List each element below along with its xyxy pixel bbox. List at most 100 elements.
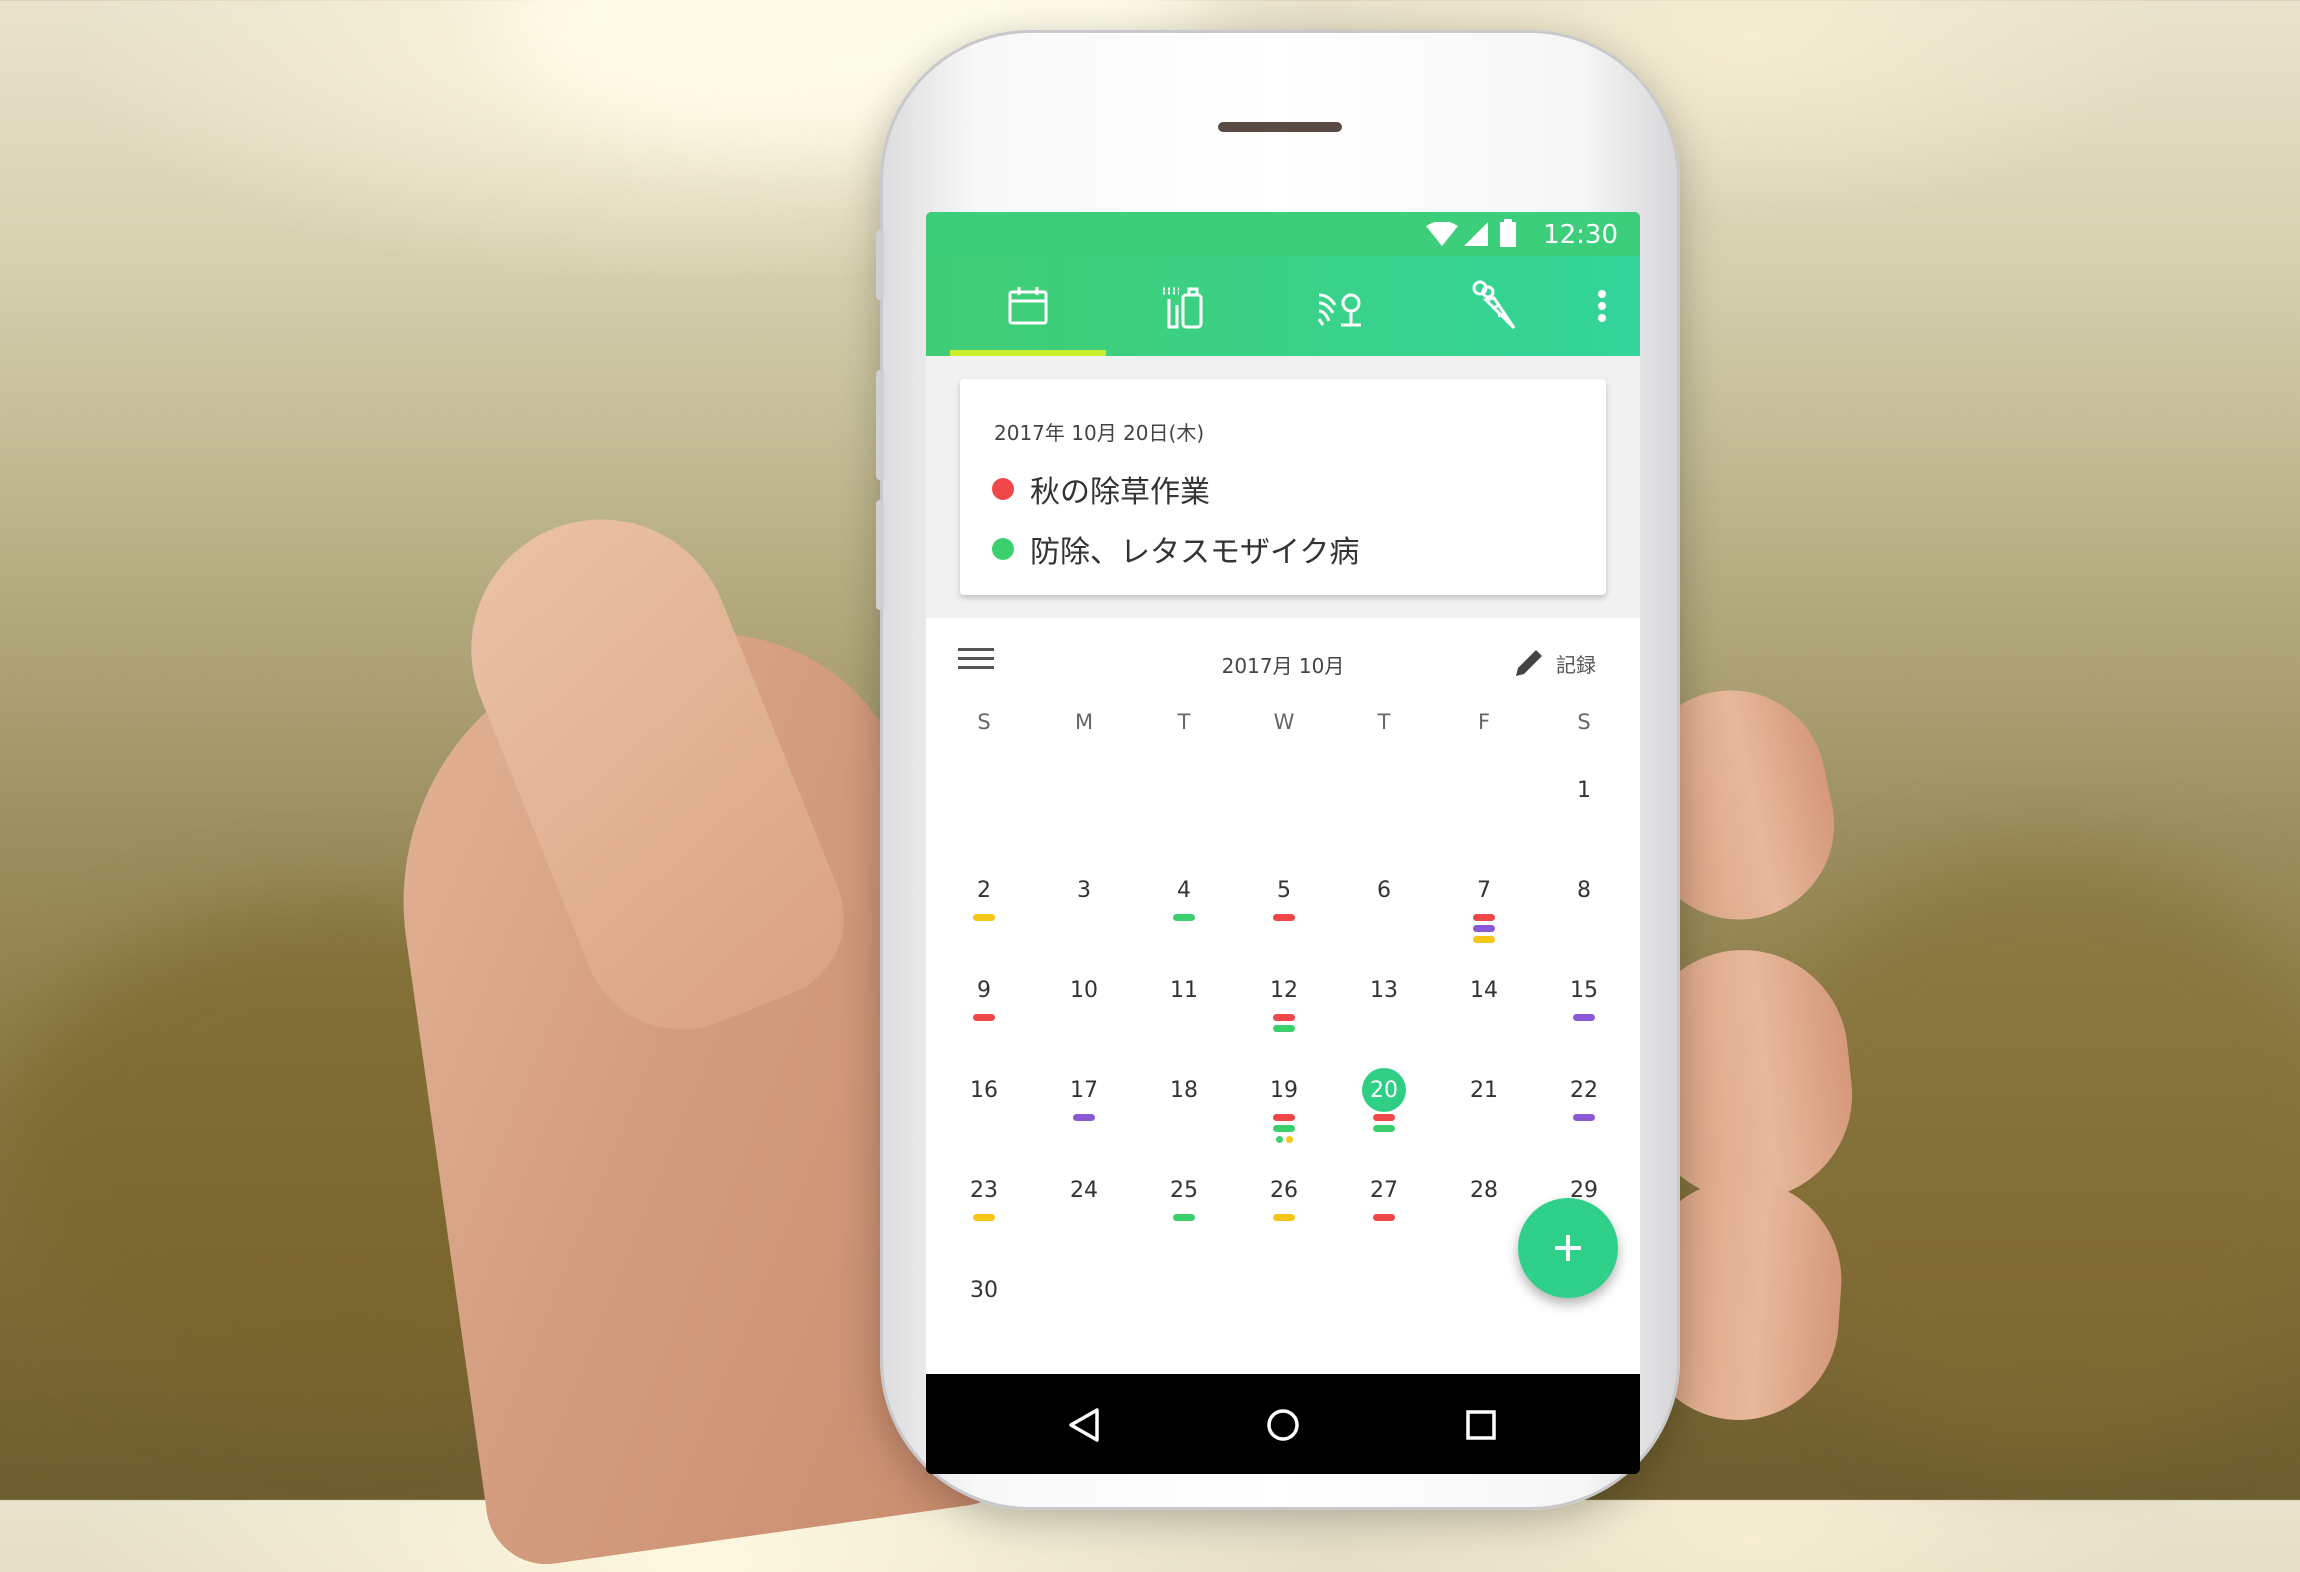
- calendar-day[interactable]: 28: [1434, 1178, 1534, 1203]
- event-marker: [973, 1214, 995, 1221]
- calendar-day[interactable]: 15: [1534, 978, 1634, 1003]
- tab-crop[interactable]: [1418, 256, 1574, 356]
- calendar-day[interactable]: 9: [934, 978, 1034, 1003]
- calendar-day[interactable]: 2: [934, 878, 1034, 903]
- event-color-dot: [992, 478, 1014, 500]
- app-bar: [926, 256, 1640, 356]
- system-nav-bar: [926, 1374, 1640, 1474]
- nav-back-button[interactable]: [1054, 1400, 1114, 1450]
- event-dot: [1286, 1136, 1293, 1143]
- event-marker: [1473, 914, 1495, 921]
- weekday-header: T: [1377, 710, 1391, 734]
- sprayer-icon: [1163, 287, 1203, 329]
- calendar-day[interactable]: 16: [934, 1078, 1034, 1103]
- battery-icon: [1500, 219, 1516, 247]
- record-button[interactable]: 記録: [1512, 646, 1596, 680]
- event-marker: [1273, 914, 1295, 921]
- earpiece-speaker: [1218, 122, 1342, 132]
- calendar-day[interactable]: 5: [1234, 878, 1334, 903]
- back-icon: [1069, 1408, 1099, 1442]
- home-icon: [1267, 1409, 1299, 1441]
- calendar-day[interactable]: 20: [1334, 1078, 1434, 1103]
- calendar-day[interactable]: 7: [1434, 878, 1534, 903]
- carrot-icon: [1472, 280, 1516, 330]
- side-button: [876, 230, 884, 300]
- event-item[interactable]: 秋の除草作業: [992, 467, 1210, 511]
- calendar-day[interactable]: 3: [1034, 878, 1134, 903]
- weekday-header: T: [1177, 710, 1191, 734]
- event-marker: [1573, 1114, 1595, 1121]
- event-marker: [973, 1014, 995, 1021]
- event-marker: [1573, 1014, 1595, 1021]
- calendar-day[interactable]: 23: [934, 1178, 1034, 1203]
- nav-recents-button[interactable]: [1451, 1400, 1511, 1450]
- event-marker: [1173, 914, 1195, 921]
- weekday-header: S: [1577, 710, 1591, 734]
- plus-icon: [1555, 1235, 1581, 1261]
- calendar-day[interactable]: 10: [1034, 978, 1134, 1003]
- more-vert-icon: [1598, 290, 1606, 322]
- calendar-day[interactable]: 25: [1134, 1178, 1234, 1203]
- side-button: [876, 500, 884, 610]
- calendar-day[interactable]: 8: [1534, 878, 1634, 903]
- calendar-day[interactable]: 4: [1134, 878, 1234, 903]
- calendar-day[interactable]: 27: [1334, 1178, 1434, 1203]
- event-marker: [1273, 1114, 1295, 1121]
- calendar-day[interactable]: 30: [934, 1278, 1034, 1303]
- calendar-day[interactable]: 6: [1334, 878, 1434, 903]
- calendar-day[interactable]: 17: [1034, 1078, 1134, 1103]
- event-dot: [1276, 1136, 1283, 1143]
- tab-field[interactable]: [1262, 256, 1418, 356]
- wifi-icon: [1426, 222, 1458, 246]
- calendar-day[interactable]: 29: [1534, 1178, 1634, 1203]
- calendar-day[interactable]: 19: [1234, 1078, 1334, 1103]
- tab-sprayer[interactable]: [1106, 256, 1262, 356]
- event-marker: [1273, 1014, 1295, 1021]
- selected-date: 2017年 10月 20日(木): [994, 421, 1205, 445]
- event-marker: [1173, 1214, 1195, 1221]
- record-label: 記録: [1556, 652, 1596, 677]
- calendar-day[interactable]: 11: [1134, 978, 1234, 1003]
- event-marker: [1273, 1125, 1295, 1132]
- calendar-day[interactable]: 21: [1434, 1078, 1534, 1103]
- event-marker: [1273, 1214, 1295, 1221]
- calendar-icon: [1008, 287, 1048, 325]
- nav-home-button[interactable]: [1253, 1400, 1313, 1450]
- calendar-day[interactable]: 26: [1234, 1178, 1334, 1203]
- event-marker: [1373, 1114, 1395, 1121]
- status-bar: 12:30: [926, 212, 1640, 256]
- overflow-menu-button[interactable]: [1572, 256, 1632, 356]
- calendar-day[interactable]: 1: [1534, 778, 1634, 803]
- calendar-day[interactable]: 24: [1034, 1178, 1134, 1203]
- weekday-header: M: [1074, 710, 1094, 734]
- calendar-day[interactable]: 18: [1134, 1078, 1234, 1103]
- field-icon: [1317, 293, 1361, 327]
- add-event-button[interactable]: [1518, 1198, 1618, 1298]
- event-marker: [1473, 936, 1495, 943]
- event-marker: [1073, 1114, 1095, 1121]
- event-label: 秋の除草作業: [1030, 475, 1210, 510]
- weekday-header: F: [1477, 710, 1491, 734]
- event-marker: [973, 914, 995, 921]
- calendar-day[interactable]: 22: [1534, 1078, 1634, 1103]
- tab-calendar[interactable]: [950, 256, 1106, 356]
- event-item[interactable]: 防除、レタスモザイク病: [992, 527, 1359, 571]
- pencil-icon: [1516, 650, 1542, 676]
- status-time: 12:30: [1543, 220, 1618, 250]
- calendar-day[interactable]: 12: [1234, 978, 1334, 1003]
- selected-day-card[interactable]: 2017年 10月 20日(木) 秋の除草作業 防除、レタスモザイク病: [960, 379, 1606, 595]
- phone-screen: 12:30 2017年 10月 20日(木) 秋の除草作業 防除、レタスモザイク…: [926, 212, 1640, 1474]
- event-color-dot: [992, 538, 1014, 560]
- side-button: [876, 370, 884, 480]
- event-marker: [1373, 1214, 1395, 1221]
- recents-icon: [1466, 1410, 1496, 1440]
- calendar-day[interactable]: 13: [1334, 978, 1434, 1003]
- event-marker: [1273, 1025, 1295, 1032]
- weekday-header: W: [1273, 710, 1295, 734]
- event-marker: [1373, 1125, 1395, 1132]
- weekday-header: S: [977, 710, 991, 734]
- signal-icon: [1464, 222, 1488, 246]
- content-area: 2017年 10月 20日(木) 秋の除草作業 防除、レタスモザイク病 2017…: [926, 356, 1640, 1374]
- event-marker: [1473, 925, 1495, 932]
- calendar-day[interactable]: 14: [1434, 978, 1534, 1003]
